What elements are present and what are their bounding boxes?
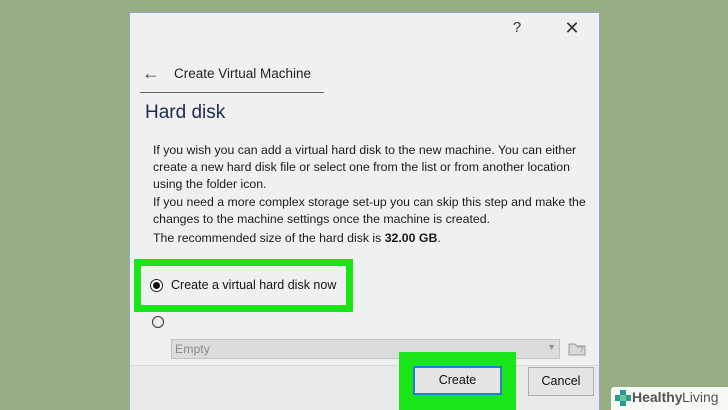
watermark-light-text: Living [682,389,719,405]
radio-create-new-label: Create a virtual hard disk now [171,278,337,292]
recommended-size-text: The recommended size of the hard disk is… [153,231,441,245]
close-button[interactable]: ✕ [560,17,584,39]
page-title: Hard disk [145,102,226,123]
cancel-button[interactable]: Cancel [528,367,594,396]
wizard-header: ← Create Virtual Machine [140,63,324,93]
highlight-create-now: Create a virtual hard disk now [134,259,353,312]
radio-circle [152,315,164,328]
help-button[interactable]: ? [505,17,529,39]
storage-paragraph: If you need a more complex storage set-u… [153,195,586,226]
intro-paragraph: If you wish you can add a virtual hard d… [153,143,577,191]
title-bar: ? ✕ [130,13,599,43]
highlight-create-button: Create [399,352,516,410]
folder-icon[interactable] [568,339,586,357]
arrow-left-icon[interactable]: ← [142,63,160,83]
radio-create-new-disk[interactable]: Create a virtual hard disk now [141,266,346,305]
wizard-title: Create Virtual Machine [174,66,312,81]
watermark-bold-text: Healthy [632,389,683,405]
health-cross-icon [615,390,631,406]
create-vm-dialog: ? ✕ ← Create Virtual Machine Hard disk I… [129,12,600,410]
create-button[interactable]: Create [413,366,502,395]
radio-use-existing[interactable] [152,314,170,332]
radio-selected-icon [150,279,163,292]
watermark: Healthy Living [611,387,728,410]
chevron-down-icon: ▼ [547,342,556,352]
recommended-size-value: 32.00 GB [384,231,438,245]
